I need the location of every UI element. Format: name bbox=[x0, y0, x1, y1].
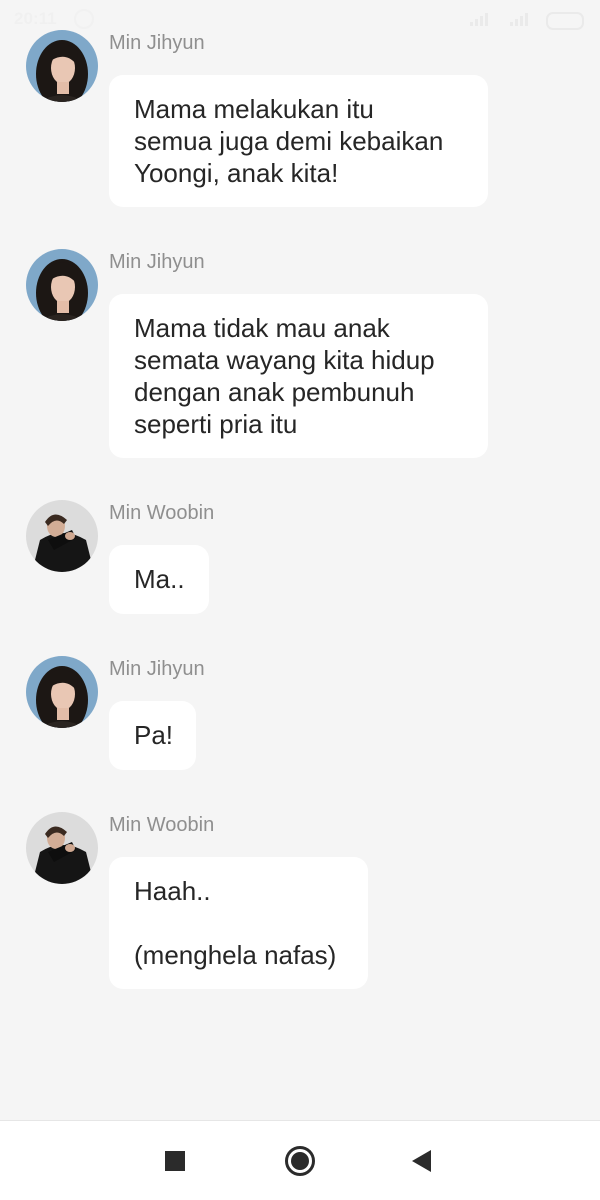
whatsapp-notification-icon bbox=[74, 9, 94, 29]
back-triangle-icon bbox=[412, 1150, 431, 1172]
home-button[interactable] bbox=[280, 1141, 320, 1181]
message-bubble[interactable]: Mama tidak mau anak semata wayang kita h… bbox=[109, 294, 488, 458]
recents-button[interactable] bbox=[155, 1141, 195, 1181]
sender-name: Min Jihyun bbox=[109, 251, 205, 273]
message-bubble[interactable]: Pa! bbox=[109, 701, 196, 770]
sender-name: Min Jihyun bbox=[109, 32, 205, 54]
back-button[interactable] bbox=[402, 1141, 442, 1181]
man-portrait-avatar[interactable] bbox=[26, 812, 98, 884]
woman-portrait-avatar[interactable] bbox=[26, 30, 98, 102]
chat-screen: 20:11 Min Jihyun Mama melakukan itu semu… bbox=[0, 0, 600, 1200]
woman-portrait-avatar[interactable] bbox=[26, 656, 98, 728]
square-icon bbox=[165, 1151, 185, 1171]
navigation-bar bbox=[0, 1120, 600, 1200]
woman-portrait-avatar[interactable] bbox=[26, 249, 98, 321]
battery-icon bbox=[546, 12, 584, 30]
signal-icon-2 bbox=[510, 12, 530, 26]
message-bubble[interactable]: Haah.. (menghela nafas) bbox=[109, 857, 368, 989]
status-time: 20:11 bbox=[14, 9, 57, 28]
status-bar: 20:11 bbox=[0, 0, 600, 40]
message-bubble[interactable]: Mama melakukan itu semua juga demi kebai… bbox=[109, 75, 488, 207]
home-circle-inner bbox=[291, 1152, 309, 1170]
man-portrait-avatar[interactable] bbox=[26, 500, 98, 572]
signal-icon bbox=[470, 12, 490, 26]
sender-name: Min Woobin bbox=[109, 502, 215, 524]
sender-name: Min Jihyun bbox=[109, 658, 205, 680]
message-bubble[interactable]: Ma.. bbox=[109, 545, 209, 614]
sender-name: Min Woobin bbox=[109, 814, 215, 836]
